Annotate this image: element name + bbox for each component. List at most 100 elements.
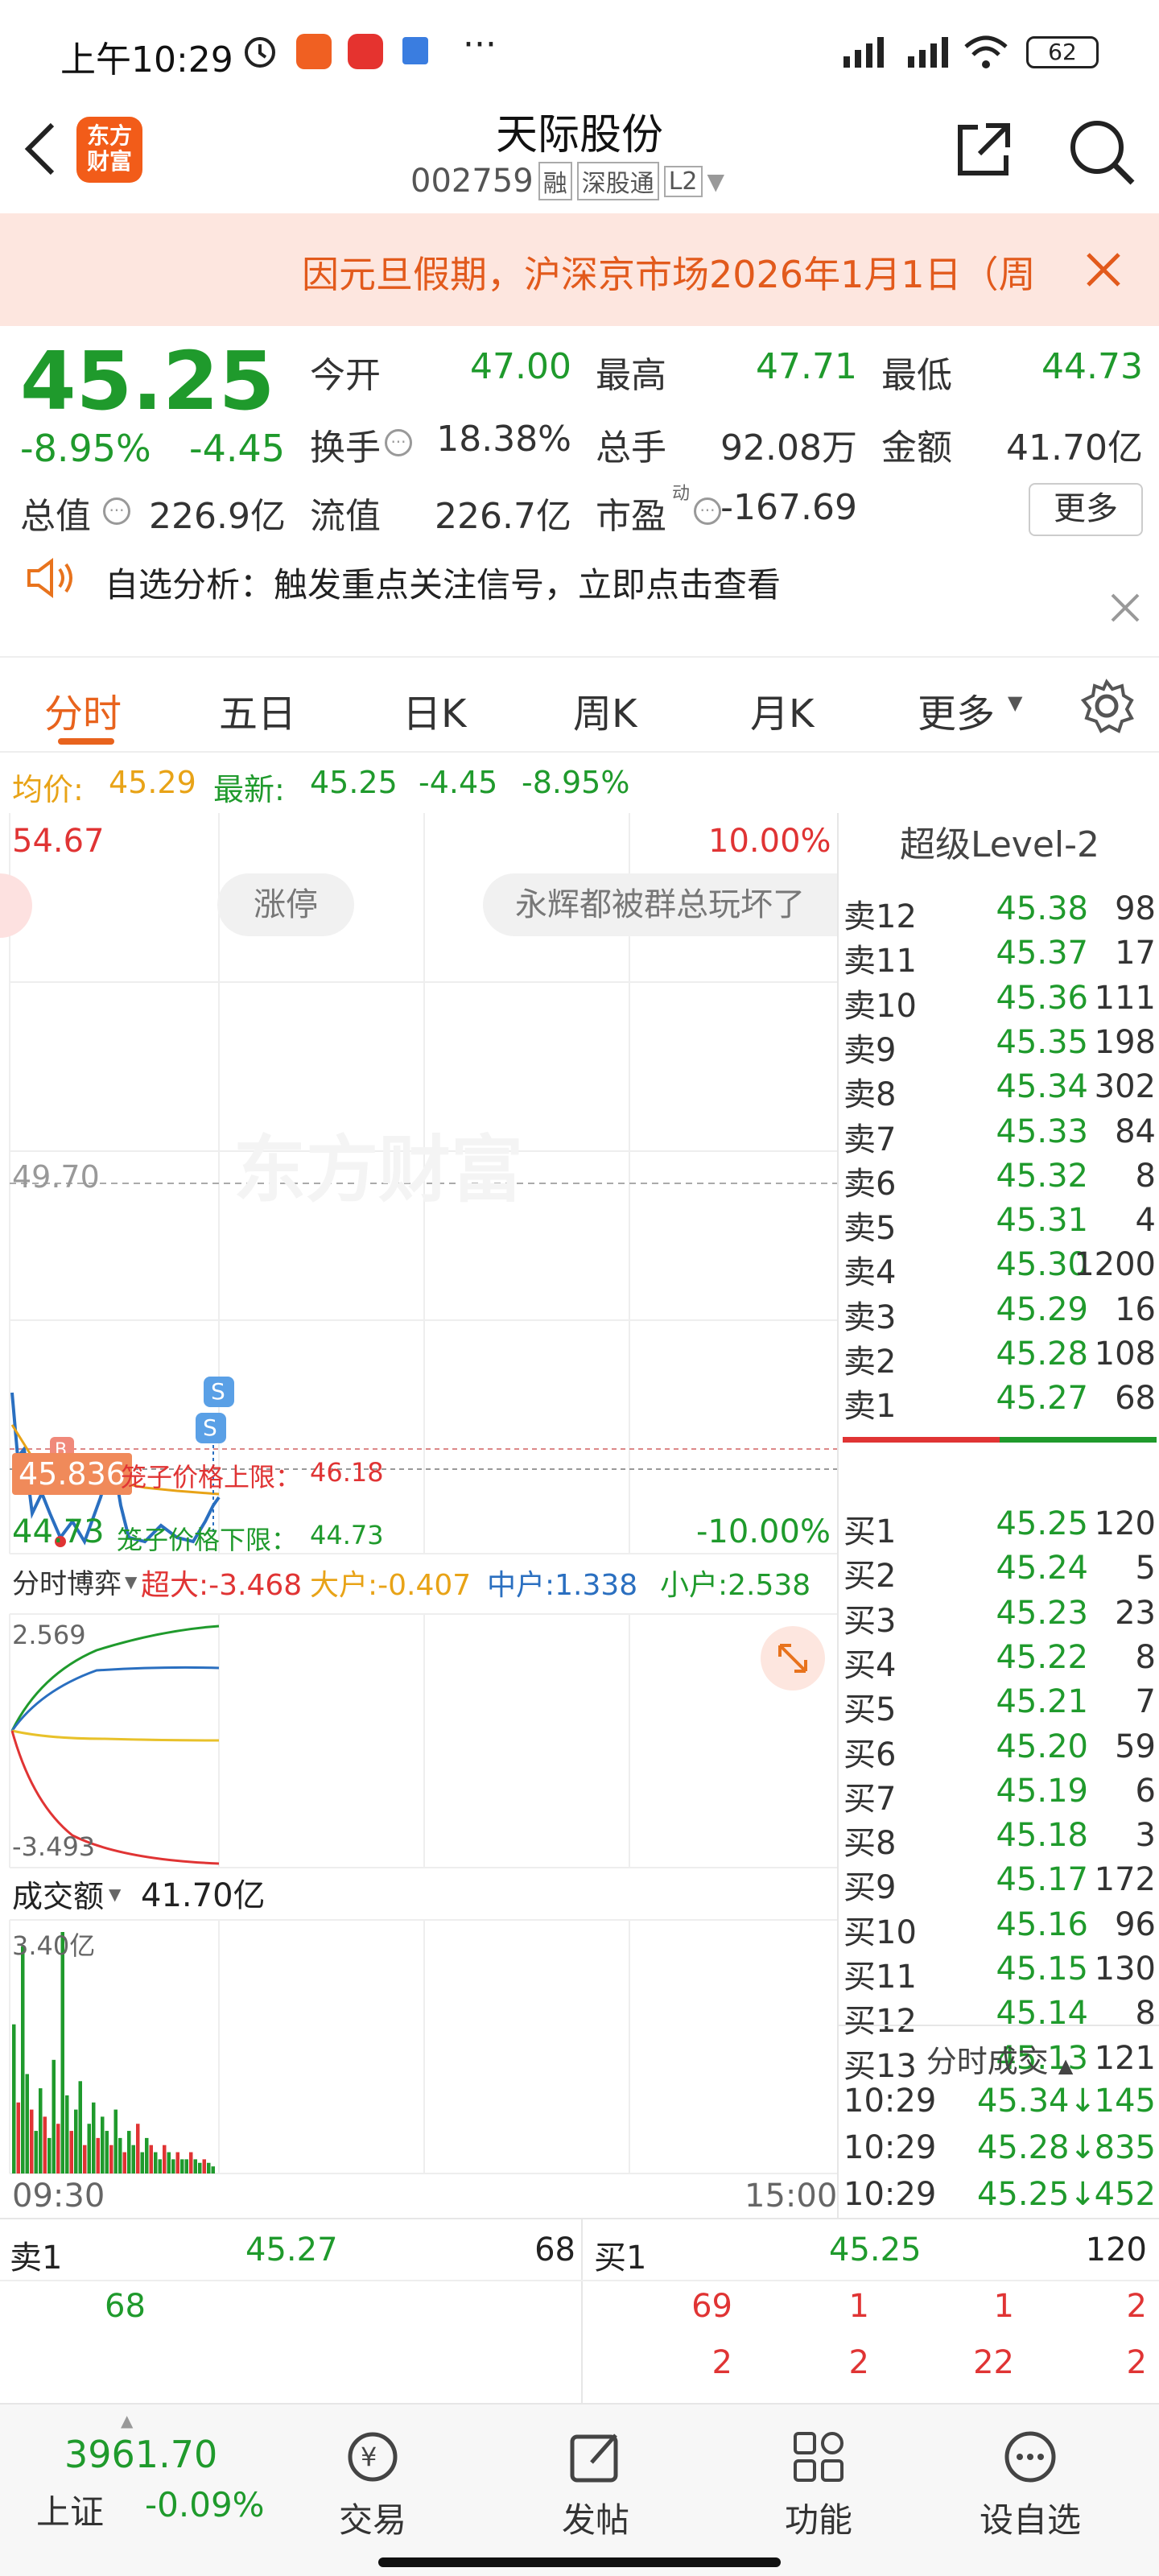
ask-row[interactable]: 卖12 45.38 98 (839, 890, 1159, 935)
nav-add-watchlist[interactable]: 设自选 (950, 2405, 1111, 2557)
current-price-tag: 45.836 (12, 1453, 132, 1495)
index-widget[interactable]: ▲ 3961.70 上证 -0.09% (0, 2405, 265, 2557)
analysis-alert[interactable]: 自选分析：触发重点关注信号，立即点击查看 (0, 543, 1159, 648)
ask-price: 45.36 (996, 979, 1088, 1017)
limit-up-pill[interactable]: 涨停 (217, 873, 354, 936)
flow-max: 2.569 (12, 1620, 86, 1650)
bid-level: 买6 (843, 1736, 897, 1773)
chevron-up-icon: ▲ (121, 2411, 134, 2430)
nav-post[interactable]: 发帖 (515, 2405, 676, 2557)
bid-level: 买7 (843, 1780, 897, 1818)
nav-label: 发帖 (561, 2500, 629, 2540)
avg-label: 均价: (12, 772, 84, 807)
ask-row[interactable]: 卖2 45.28 108 (839, 1335, 1159, 1381)
ask-row[interactable]: 卖9 45.35 198 (839, 1024, 1159, 1069)
volume-bar (175, 2152, 179, 2174)
tab-weekly-k[interactable]: 周K (573, 682, 637, 738)
ask-volume: 16 (1115, 1290, 1156, 1328)
volume-bar (43, 2116, 47, 2174)
tick-time: 10:29 (843, 2176, 937, 2213)
volume-bar (69, 2131, 73, 2174)
bid-row[interactable]: 买5 45.21 7 (839, 1683, 1159, 1728)
tick-volume: 452 (1094, 2176, 1156, 2213)
queue-ask-price: 45.27 (245, 2231, 338, 2268)
ask-volume: 98 (1115, 890, 1156, 927)
more-button[interactable]: 更多 (1029, 483, 1143, 536)
bid-price: 45.15 (996, 1951, 1088, 1988)
ask-row[interactable]: 卖5 45.31 4 (839, 1202, 1159, 1247)
bid-volume: 120 (1094, 1505, 1156, 1542)
ask-volume: 68 (1115, 1380, 1156, 1418)
stock-header: 东方 财富 天际股份 002759 融 深股通 L2 ▼ (0, 97, 1159, 213)
trade-icon: ¥ (348, 2432, 398, 2482)
ask-price: 45.37 (996, 935, 1088, 972)
margin-tag: 融 (538, 162, 572, 200)
bid-row[interactable]: 买4 45.22 8 (839, 1639, 1159, 1684)
index-percent: -0.09% (145, 2485, 265, 2524)
ask-volume: 4 (1135, 1202, 1156, 1240)
close-icon[interactable] (1085, 251, 1122, 288)
ask-row[interactable]: 卖11 45.37 17 (839, 935, 1159, 980)
back-icon[interactable] (20, 121, 60, 177)
ticks-header[interactable]: 分时成交 ▲ (839, 2037, 1159, 2081)
volume-bar (105, 2131, 109, 2174)
gear-icon[interactable] (1079, 678, 1135, 734)
bid-row[interactable]: 买3 45.23 23 (839, 1595, 1159, 1640)
holiday-banner[interactable]: 因元旦假期，沪深京市场2026年1月1日（周 (0, 213, 1159, 326)
info-icon[interactable]: ··· (385, 429, 412, 456)
news-pill[interactable]: 永辉都被群总玩坏了 (483, 873, 837, 936)
nav-trade[interactable]: ¥ 交易 (292, 2405, 453, 2557)
tab-more[interactable]: 更多 (918, 682, 995, 738)
tab-five-day[interactable]: 五日 (219, 682, 296, 738)
tab-daily-k[interactable]: 日K (402, 682, 466, 738)
bid-row[interactable]: 买12 45.14 8 (839, 1995, 1159, 2040)
bid-price: 45.22 (996, 1638, 1088, 1676)
tick-row: 10:29 45.28↓ 835 (839, 2129, 1159, 2174)
tab-monthly-k[interactable]: 月K (750, 682, 814, 738)
volume-label: 成交额 (12, 1879, 105, 1914)
ask-row[interactable]: 卖6 45.32 8 (839, 1158, 1159, 1203)
last-value: 45.25 (310, 765, 398, 800)
tick-price: 45.28↓ (976, 2129, 1096, 2166)
flow-mid-line (10, 1666, 220, 1732)
bid-row[interactable]: 买7 45.19 6 (839, 1773, 1159, 1818)
bid-row[interactable]: 买9 45.17 172 (839, 1861, 1159, 1906)
tick-volume: 835 (1094, 2129, 1156, 2166)
bid-row[interactable]: 买11 45.15 130 (839, 1951, 1159, 1996)
volume-bar (140, 2152, 144, 2174)
bid-row[interactable]: 买2 45.24 5 (839, 1550, 1159, 1595)
nav-functions[interactable]: 功能 (738, 2405, 899, 2557)
expand-button[interactable] (761, 1626, 825, 1690)
bid-row[interactable]: 买6 45.20 59 (839, 1728, 1159, 1773)
ask-row[interactable]: 卖8 45.34 302 (839, 1068, 1159, 1113)
search-icon[interactable] (1066, 117, 1139, 189)
bid-price: 45.14 (996, 1995, 1088, 2033)
ask-row[interactable]: 卖10 45.36 111 (839, 980, 1159, 1025)
flow-selector[interactable]: 分时博弈 ▼ (12, 1562, 137, 1601)
order-book: 超级Level-2 卖12 45.38 98 卖11 45.37 17 卖10 45.36 11… (837, 813, 1159, 2218)
bid-row[interactable]: 买1 45.25 120 (839, 1505, 1159, 1550)
bid-volume: 23 (1115, 1594, 1156, 1632)
tick-time: 10:29 (843, 2083, 937, 2120)
volume-selector[interactable]: 成交额 ▼ (12, 1872, 121, 1916)
queue-bid-label: 买1 (594, 2240, 647, 2277)
ask-row[interactable]: 卖4 45.30 1200 (839, 1246, 1159, 1291)
queue-bid-order: 1 (848, 2288, 869, 2325)
close-icon[interactable] (1109, 592, 1141, 624)
ask-level: 卖11 (843, 943, 917, 980)
home-indicator (378, 2557, 781, 2567)
volume-bar (92, 2102, 96, 2174)
stock-name: 天际股份 (495, 111, 663, 159)
share-icon[interactable] (954, 119, 1014, 180)
info-icon[interactable]: ··· (103, 497, 130, 525)
dropdown-icon[interactable]: ▼ (707, 168, 725, 195)
ask-row[interactable]: 卖3 45.29 16 (839, 1291, 1159, 1336)
tab-intraday[interactable]: 分时 (44, 682, 122, 738)
ask-row[interactable]: 卖7 45.33 84 (839, 1113, 1159, 1158)
bid-row[interactable]: 买8 45.18 3 (839, 1817, 1159, 1862)
intraday-chart[interactable]: B S S 54.67 10.00% 涨停 永辉都被群总玩坏了 东方财富 49.… (0, 813, 837, 2218)
ask-volume: 198 (1094, 1023, 1156, 1061)
flow-mid: 中户:1.338 (487, 1569, 638, 1602)
bid-row[interactable]: 买10 45.16 96 (839, 1906, 1159, 1951)
ask-row[interactable]: 卖1 45.27 68 (839, 1380, 1159, 1425)
